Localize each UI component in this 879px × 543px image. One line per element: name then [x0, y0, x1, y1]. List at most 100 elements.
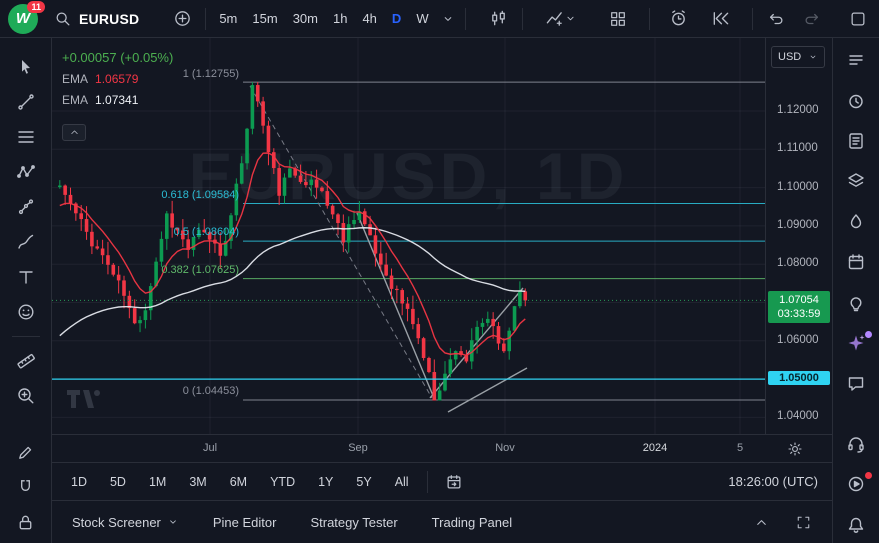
candle-countdown: 03:33:59 — [768, 307, 830, 321]
brush-tool-button[interactable] — [12, 231, 40, 253]
range-all[interactable]: All — [390, 472, 414, 492]
ideas-button[interactable] — [842, 293, 870, 313]
currency-label: USD — [778, 51, 801, 63]
range-toolbar: 1D 5D 1M 3M 6M YTD 1Y 5Y All 18:26:00 (U… — [52, 462, 832, 500]
timeframe-15m[interactable]: 15m — [249, 9, 280, 28]
emoji-tool-button[interactable] — [12, 301, 40, 323]
drawing-mode-button[interactable] — [12, 441, 40, 463]
chart-style-button[interactable] — [486, 6, 512, 32]
tab-pine-editor[interactable]: Pine Editor — [213, 515, 277, 530]
xabcd-pattern-icon — [16, 162, 36, 182]
toolbar-divider — [205, 8, 206, 30]
forecast-tool-button[interactable] — [12, 196, 40, 218]
watchlist-button[interactable] — [842, 50, 870, 70]
streams-button[interactable] — [842, 474, 870, 494]
timeframe-1w[interactable]: W — [413, 9, 431, 28]
ai-notification-dot — [865, 331, 872, 338]
watchlist-icon — [846, 50, 866, 70]
alerts-button[interactable] — [842, 90, 870, 110]
timeframe-30m[interactable]: 30m — [290, 9, 321, 28]
indicator-value: 1.07341 — [95, 93, 138, 107]
range-ytd[interactable]: YTD — [265, 472, 300, 492]
trendline-icon — [16, 92, 36, 112]
price-tick: 1.06000 — [777, 334, 819, 346]
layout-grid-button[interactable] — [605, 6, 631, 32]
pattern-tool-button[interactable] — [12, 161, 40, 183]
timeframe-group: 5m 15m 30m 1h 4h D W — [216, 9, 454, 28]
toolbar-divider — [522, 8, 523, 30]
compare-add-symbol-button[interactable] — [169, 6, 195, 32]
last-price: 1.07054 — [768, 293, 830, 307]
go-to-date-button[interactable] — [441, 469, 467, 495]
fib-level-label: 0.382 (1.07625) — [161, 264, 239, 276]
axis-settings-button[interactable] — [785, 439, 805, 459]
fib-retracement-icon — [16, 127, 36, 147]
timeframe-4h[interactable]: 4h — [359, 9, 379, 28]
toolbar-divider — [427, 471, 428, 493]
range-1y[interactable]: 1Y — [313, 472, 338, 492]
alarm-clock-icon — [846, 91, 866, 111]
calendar-button[interactable] — [842, 252, 870, 272]
expand-panel-button[interactable] — [748, 509, 774, 535]
lock-icon — [16, 513, 35, 532]
notifications-button[interactable] — [842, 515, 870, 535]
text-tool-button[interactable] — [12, 266, 40, 288]
grid-layout-icon — [609, 10, 627, 28]
news-icon — [846, 131, 866, 151]
range-5d[interactable]: 5D — [105, 472, 131, 492]
range-1m[interactable]: 1M — [144, 472, 171, 492]
tab-strategy-tester[interactable]: Strategy Tester — [310, 515, 397, 530]
logo[interactable]: W 11 — [8, 4, 38, 34]
price-axis[interactable]: USD 1.12000 1.11000 1.10000 1.09000 1.08… — [765, 38, 832, 434]
window-layout-button[interactable] — [845, 6, 871, 32]
timeframe-5m[interactable]: 5m — [216, 9, 240, 28]
support-button[interactable] — [842, 434, 870, 454]
tab-stock-screener[interactable]: Stock Screener — [72, 515, 179, 530]
ai-assistant-button[interactable] — [842, 333, 870, 353]
tab-label: Trading Panel — [432, 515, 512, 530]
time-axis[interactable]: Jul Sep Nov 2024 5 — [52, 434, 832, 462]
redo-button[interactable] — [799, 6, 825, 32]
lock-drawings-button[interactable] — [12, 511, 40, 533]
chat-button[interactable] — [842, 373, 870, 393]
cursor-tool-button[interactable] — [12, 56, 40, 78]
server-clock[interactable]: 18:26:00 (UTC) — [728, 474, 818, 489]
ruler-icon — [16, 351, 36, 371]
chart-canvas[interactable]: EURUSD, 1D 1 (1.12755) 0.618 (1.09584) 0… — [52, 38, 765, 434]
tab-label: Pine Editor — [213, 515, 277, 530]
bar-replay-button[interactable] — [708, 6, 734, 32]
chevron-down-icon — [808, 52, 818, 62]
indicators-button[interactable] — [541, 6, 581, 32]
currency-selector[interactable]: USD — [771, 46, 825, 68]
maximize-panel-button[interactable] — [790, 509, 816, 535]
undo-button[interactable] — [763, 6, 789, 32]
range-6m[interactable]: 6M — [225, 472, 252, 492]
object-tree-button[interactable] — [842, 171, 870, 191]
legend-collapse-button[interactable] — [62, 124, 86, 141]
indicator-label[interactable]: EMA — [62, 93, 88, 107]
magnet-mode-button[interactable] — [12, 476, 40, 498]
news-button[interactable] — [842, 131, 870, 151]
indicator-row: EMA 1.07341 — [62, 93, 173, 107]
time-tick-year: 2024 — [643, 442, 667, 454]
range-3m[interactable]: 3M — [184, 472, 211, 492]
timeframe-1d[interactable]: D — [389, 9, 404, 28]
measure-tool-button[interactable] — [12, 350, 40, 372]
hotlists-button[interactable] — [842, 212, 870, 232]
zoom-tool-button[interactable] — [12, 385, 40, 407]
tab-label: Strategy Tester — [310, 515, 397, 530]
symbol-search-button[interactable]: EURUSD — [48, 7, 145, 31]
fib-level-label: 0.5 (1.08604) — [174, 226, 239, 238]
fib-tool-button[interactable] — [12, 126, 40, 148]
range-5y[interactable]: 5Y — [351, 472, 376, 492]
chart-column: EURUSD, 1D 1 (1.12755) 0.618 (1.09584) 0… — [52, 38, 832, 543]
price-tick: 1.12000 — [777, 104, 819, 116]
streams-notification-dot — [865, 472, 872, 479]
range-1d[interactable]: 1D — [66, 472, 92, 492]
trendline-tool-button[interactable] — [12, 91, 40, 113]
indicator-label[interactable]: EMA — [62, 72, 88, 86]
timeframe-1h[interactable]: 1h — [330, 9, 350, 28]
create-alert-button[interactable] — [666, 6, 692, 32]
tab-trading-panel[interactable]: Trading Panel — [432, 515, 512, 530]
chevron-down-icon[interactable] — [441, 12, 455, 26]
